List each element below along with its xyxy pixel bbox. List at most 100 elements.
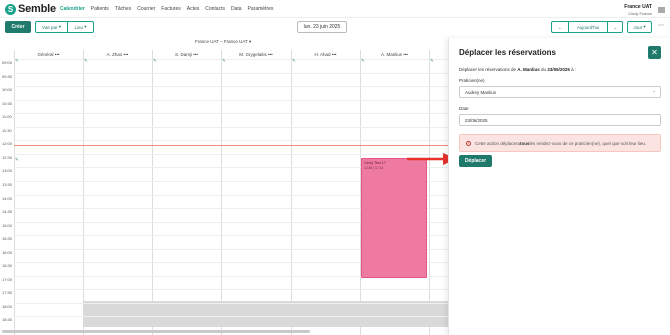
time-label: 10:00 <box>2 87 13 93</box>
column-divider <box>14 50 15 335</box>
time-label: 17:00 <box>2 276 13 282</box>
time-label: 13:30 <box>2 181 13 187</box>
warning-text: Cette action déplacera <box>475 140 521 146</box>
nav-item-patients[interactable]: Patients <box>91 6 109 12</box>
practitioner-label: Praticien(ne) <box>459 78 485 83</box>
time-label: 13:00 <box>2 168 13 174</box>
nav-item-calendrier[interactable]: Calendrier <box>60 6 85 12</box>
column-name: A. Zhao <box>106 52 123 57</box>
move-button[interactable]: Déplacer <box>459 155 492 167</box>
time-label: 12:30 <box>2 154 13 160</box>
desc-practitioner: A. Manlius <box>517 67 540 72</box>
hour-gridline <box>14 140 448 142</box>
more-icon[interactable]: ••• <box>268 52 273 57</box>
chevron-down-icon: ▾ <box>247 39 252 44</box>
arrow-right-icon: → <box>612 24 618 30</box>
pencil-icon[interactable]: ✎ <box>15 58 19 64</box>
current-time-line <box>14 145 448 146</box>
time-label: 17:30 <box>2 290 13 296</box>
top-navigation: S Semble Calendrier Patients Tâches Cour… <box>0 0 670 18</box>
column-name: A. Manlius <box>380 52 402 57</box>
pencil-icon[interactable]: ✎ <box>15 157 19 163</box>
more-icon[interactable]: ••• <box>332 52 337 57</box>
time-label: 11:30 <box>2 127 12 133</box>
more-vertical-icon[interactable]: ⋯ <box>658 23 664 29</box>
horizontal-scrollbar[interactable] <box>2 330 310 333</box>
time-label: 14:30 <box>2 209 13 215</box>
pencil-icon[interactable]: ✎ <box>430 58 434 64</box>
nav-item-courrier[interactable]: Courrier <box>137 6 155 12</box>
date-label: Date <box>459 106 469 111</box>
nav-item-parametres[interactable]: Paramètres <box>248 6 274 12</box>
column-divider <box>429 50 430 335</box>
chevron-down-icon: ▾ <box>83 24 87 29</box>
time-label: 10:30 <box>2 100 13 106</box>
today-button[interactable]: Aujourd'hui <box>569 21 607 33</box>
pencil-icon[interactable]: ✎ <box>84 58 88 64</box>
nav-item-data[interactable]: Data <box>231 6 242 12</box>
column-name: S. Damji <box>174 52 192 57</box>
calendar-grid[interactable]: Général ••• A. Zhao ••• S. Damji ••• M. … <box>0 50 448 335</box>
pencil-icon[interactable]: ✎ <box>222 58 226 64</box>
chevron-down-icon: ⌃ <box>652 90 656 95</box>
column-name: Général <box>37 52 54 57</box>
close-button[interactable]: ✕ <box>648 46 661 59</box>
column-divider <box>83 50 84 335</box>
next-day-button[interactable]: → <box>607 21 623 33</box>
more-icon[interactable]: ••• <box>403 52 408 57</box>
pencil-icon[interactable]: ✎ <box>153 58 157 64</box>
appointment-event[interactable]: Cindy Test 17 12:45 | 17:14 <box>361 158 427 278</box>
date-value: 23/06/2025 <box>465 117 488 123</box>
more-icon[interactable]: ••• <box>55 52 60 57</box>
column-header-ahad[interactable]: H. Ahad ••• <box>291 50 360 59</box>
view-by-label: Vue par <box>41 24 58 30</box>
nav-item-contacts[interactable]: Contacts <box>205 6 225 12</box>
time-label: 15:00 <box>2 222 13 228</box>
hour-gridline <box>14 153 448 155</box>
practitioner-value: Audrey Manlius <box>465 89 497 95</box>
chevron-down-icon: ▾ <box>642 24 646 29</box>
column-header-grygelaitis[interactable]: M. Grygelaitis ••• <box>221 50 291 59</box>
user-name: Cindy France <box>628 11 652 16</box>
nav-item-actes[interactable]: Actes <box>187 6 200 12</box>
main-nav: Calendrier Patients Tâches Courrier Fact… <box>60 6 273 12</box>
more-icon[interactable]: ••• <box>124 52 129 57</box>
desc-text: à : <box>569 67 577 72</box>
time-label: 18:00 <box>2 303 13 309</box>
panel-description: Déplacer les réservations de A. Manlius … <box>459 67 576 72</box>
warning-alert: ! Cette action déplacera tous les rendez… <box>459 134 661 152</box>
column-header-zhao[interactable]: A. Zhao ••• <box>83 50 152 59</box>
time-label: 16:30 <box>2 263 13 269</box>
nav-item-taches[interactable]: Tâches <box>115 6 131 12</box>
hour-gridline <box>14 316 448 318</box>
date-field[interactable]: 23/06/2025 <box>459 114 661 126</box>
place-dropdown[interactable]: Lieu ▾ <box>68 21 94 33</box>
create-button[interactable]: Créer <box>5 21 31 33</box>
column-divider <box>152 50 153 335</box>
user-info[interactable]: France UAT Cindy France <box>624 4 652 16</box>
previous-day-button[interactable]: ← <box>551 21 569 33</box>
view-by-dropdown[interactable]: Vue par ▾ <box>35 21 68 33</box>
hour-gridline <box>14 289 448 291</box>
column-header-damji[interactable]: S. Damji ••• <box>152 50 221 59</box>
column-header-manlius[interactable]: A. Manlius ••• <box>360 50 429 59</box>
column-name: H. Ahad <box>314 52 331 57</box>
practitioner-select[interactable]: Audrey Manlius ⌃ <box>459 86 661 98</box>
range-label: Jour <box>633 24 643 30</box>
timezone-selector[interactable]: France UAT – France UAT ▾ <box>195 39 251 45</box>
range-dropdown[interactable]: Jour ▾ <box>627 21 652 33</box>
place-label: Lieu <box>74 24 83 30</box>
user-settings-icon[interactable] <box>658 7 665 13</box>
chevron-down-icon: ▾ <box>57 24 62 29</box>
more-icon[interactable]: ••• <box>193 52 198 57</box>
warning-text: les rendez-vous de ce praticien(ne), que… <box>529 140 647 146</box>
hour-gridline <box>14 99 448 101</box>
pencil-icon[interactable]: ✎ <box>292 58 296 64</box>
column-header-general[interactable]: Général ••• <box>14 50 83 59</box>
time-label: 09:00 <box>2 60 13 65</box>
column-name: M. Grygelaitis <box>239 52 267 57</box>
semble-logo[interactable]: S Semble <box>5 3 56 15</box>
pencil-icon[interactable]: ✎ <box>361 58 365 64</box>
nav-item-factures[interactable]: Factures <box>161 6 180 12</box>
date-picker[interactable]: lun. 23 juin 2025 <box>297 21 347 33</box>
